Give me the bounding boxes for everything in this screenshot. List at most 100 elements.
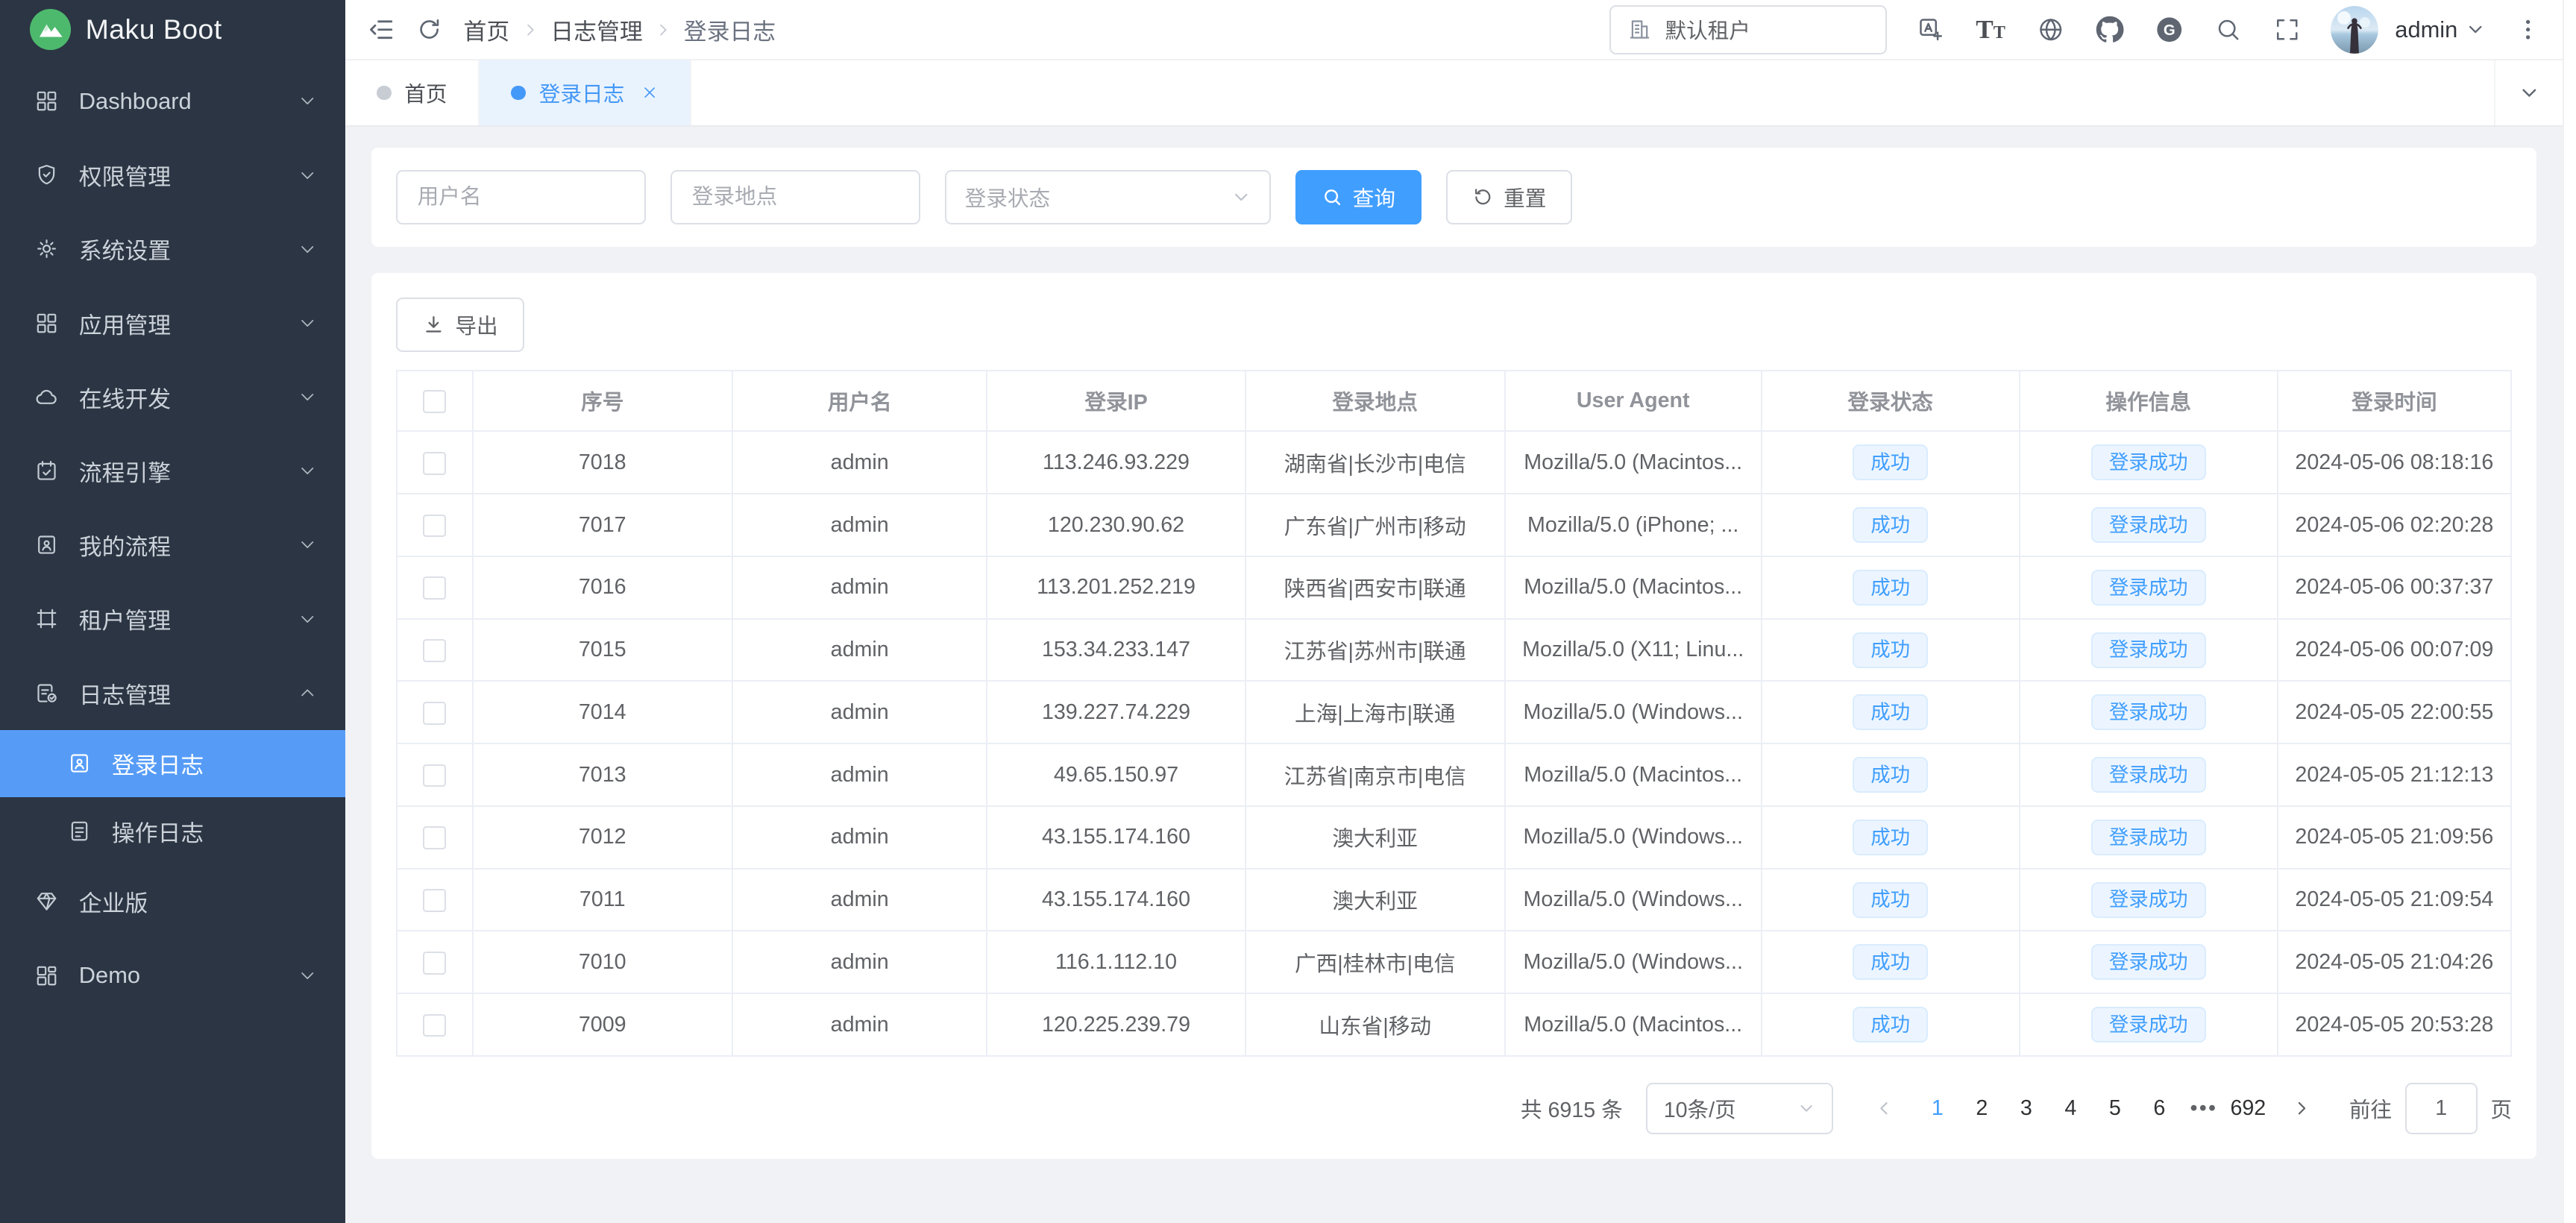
username-label: admin <box>2395 16 2457 43</box>
sidebar-item[interactable]: 系统设置 <box>0 212 345 286</box>
sidebar-item[interactable]: 流程引擎 <box>0 434 345 508</box>
breadcrumb-separator-icon <box>521 21 539 39</box>
cell-username: admin <box>732 993 987 1056</box>
tabbar-dropdown[interactable] <box>2494 60 2563 125</box>
refresh-icon[interactable] <box>416 16 442 43</box>
cell-username: admin <box>732 619 987 682</box>
page-number[interactable]: 1 <box>1915 1096 1960 1121</box>
tab-close-icon[interactable] <box>641 84 659 101</box>
sidebar-item[interactable]: 登录日志 <box>0 730 345 797</box>
column-header: 序号 <box>473 371 732 432</box>
row-checkbox[interactable] <box>423 452 446 475</box>
cell-user-agent: Mozilla/5.0 (Windows... <box>1505 931 1762 993</box>
fold-icon[interactable] <box>367 16 395 43</box>
cell-location: 澳大利亚 <box>1245 806 1505 869</box>
tenant-select[interactable]: 默认租户 <box>1609 5 1888 54</box>
reset-button[interactable]: 重置 <box>1446 170 1572 224</box>
status-select[interactable]: 登录状态 <box>945 170 1270 224</box>
sidebar-item[interactable]: 我的流程 <box>0 508 345 582</box>
next-page-button[interactable] <box>2284 1098 2319 1118</box>
cell-no: 7009 <box>473 993 732 1056</box>
status-badge: 成功 <box>1853 694 1928 730</box>
doc-user-icon <box>34 532 60 558</box>
cell-time: 2024-05-06 00:07:09 <box>2278 619 2511 682</box>
row-checkbox[interactable] <box>423 515 446 538</box>
app-logo[interactable]: Maku Boot <box>0 0 345 59</box>
row-checkbox[interactable] <box>423 702 446 725</box>
cell-username: admin <box>732 931 987 993</box>
status-badge: 成功 <box>1853 944 1928 980</box>
font-size-icon[interactable]: TT <box>1976 16 2005 43</box>
translate-icon[interactable] <box>1917 16 1944 43</box>
tab[interactable]: 登录日志 <box>480 60 691 125</box>
sidebar-item[interactable]: Dashboard <box>0 64 345 138</box>
row-checkbox[interactable] <box>423 952 446 975</box>
sidebar-item[interactable]: Demo <box>0 939 345 1013</box>
row-checkbox[interactable] <box>423 889 446 912</box>
cell-ip: 43.155.174.160 <box>987 869 1245 931</box>
cell-time: 2024-05-06 02:20:28 <box>2278 494 2511 556</box>
row-checkbox[interactable] <box>423 576 446 600</box>
page-unit-label: 页 <box>2490 1093 2512 1124</box>
tab[interactable]: 首页 <box>345 60 480 125</box>
cell-username: admin <box>732 869 987 931</box>
user-menu[interactable]: admin <box>2395 16 2485 43</box>
apps-icon <box>34 309 60 336</box>
sidebar-item[interactable]: 租户管理 <box>0 582 345 655</box>
topbar: 首页 日志管理 登录日志 默认租户 TT G <box>345 0 2563 59</box>
status-badge: 成功 <box>1853 820 1928 855</box>
page-number[interactable]: 5 <box>2093 1096 2137 1121</box>
page-number[interactable]: 692 <box>2226 1096 2271 1121</box>
gitee-icon[interactable]: G <box>2155 16 2183 43</box>
chevron-down-icon <box>2466 19 2485 39</box>
page-number[interactable]: 3 <box>2004 1096 2049 1121</box>
cell-ip: 120.230.90.62 <box>987 494 1245 556</box>
row-checkbox[interactable] <box>423 764 446 787</box>
page-size-select[interactable]: 10条/页 <box>1646 1083 1833 1134</box>
cell-username: admin <box>732 431 987 494</box>
more-pages-icon[interactable]: ••• <box>2181 1096 2226 1121</box>
content: 登录状态 查询 重置 <box>345 127 2563 1223</box>
row-checkbox[interactable] <box>423 826 446 849</box>
page-number[interactable]: 4 <box>2049 1096 2093 1121</box>
sidebar-item[interactable]: 在线开发 <box>0 360 345 434</box>
scrollbar[interactable] <box>2563 0 2576 1223</box>
cell-username: admin <box>732 806 987 869</box>
row-checkbox[interactable] <box>423 639 446 662</box>
breadcrumb-item[interactable]: 登录日志 <box>684 13 776 46</box>
table-row: 7012admin43.155.174.160澳大利亚Mozilla/5.0 (… <box>397 806 2511 869</box>
cell-ip: 113.201.252.219 <box>987 556 1245 619</box>
location-input[interactable] <box>670 170 920 224</box>
export-button[interactable]: 导出 <box>396 298 524 352</box>
sidebar-item[interactable]: 企业版 <box>0 864 345 938</box>
message-badge: 登录成功 <box>2091 694 2206 730</box>
page-number[interactable]: 6 <box>2137 1096 2182 1121</box>
github-icon[interactable] <box>2096 16 2123 43</box>
query-button[interactable]: 查询 <box>1295 170 1421 224</box>
page-number[interactable]: 2 <box>1960 1096 2005 1121</box>
cell-location: 澳大利亚 <box>1245 869 1505 931</box>
svg-text:G: G <box>2163 22 2175 39</box>
select-all-checkbox[interactable] <box>423 390 446 413</box>
globe-icon[interactable] <box>2037 16 2064 43</box>
goto-page-input[interactable] <box>2405 1083 2478 1134</box>
sidebar-item[interactable]: 权限管理 <box>0 138 345 212</box>
fullscreen-icon[interactable] <box>2273 16 2301 43</box>
clipboard-icon <box>34 458 60 484</box>
prev-page-button[interactable] <box>1866 1098 1902 1118</box>
column-header: 登录IP <box>987 371 1245 432</box>
breadcrumb-item[interactable]: 日志管理 <box>550 13 642 46</box>
search-icon[interactable] <box>2214 16 2242 43</box>
chevron-down-icon <box>298 91 317 110</box>
sidebar-item[interactable]: 应用管理 <box>0 286 345 360</box>
cell-user-agent: Mozilla/5.0 (X11; Linu... <box>1505 619 1762 682</box>
sidebar-item[interactable]: 操作日志 <box>0 797 345 864</box>
row-checkbox[interactable] <box>423 1014 446 1037</box>
sidebar-item[interactable]: 日志管理 <box>0 655 345 729</box>
breadcrumb-item[interactable]: 首页 <box>464 13 510 46</box>
more-dots-icon[interactable] <box>2515 16 2541 43</box>
avatar[interactable] <box>2331 6 2378 54</box>
username-input[interactable] <box>396 170 646 224</box>
app-title: Maku Boot <box>86 13 222 45</box>
table-row: 7010admin116.1.112.10广西|桂林市|电信Mozilla/5.… <box>397 931 2511 993</box>
